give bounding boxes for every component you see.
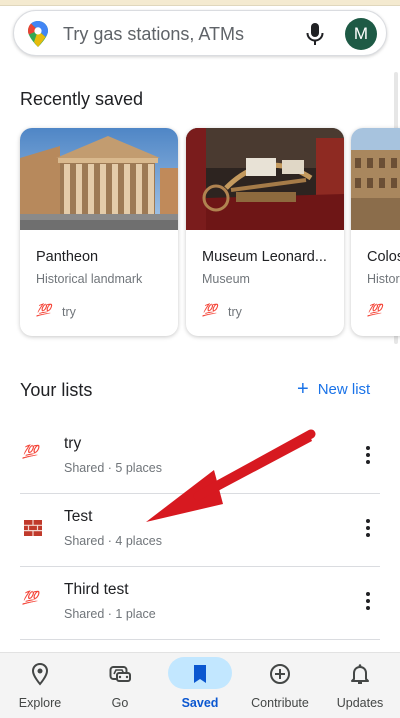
more-options-icon[interactable]	[358, 516, 378, 540]
list-meta: Shared · 1 place	[64, 607, 156, 621]
list-item[interactable]: 💯 Third test Shared · 1 place	[0, 567, 400, 639]
nav-explore[interactable]: Explore	[0, 653, 80, 718]
more-options-icon[interactable]	[358, 443, 378, 467]
add-circle-icon	[270, 664, 290, 684]
card-list-name: try	[62, 305, 76, 319]
card-title: Museum Leonard...	[202, 249, 327, 265]
hundred-points-icon: 💯	[367, 303, 382, 317]
list-item[interactable]: 💯 try Shared · 5 places	[0, 421, 400, 493]
hundred-points-icon: 💯	[22, 590, 38, 605]
nav-label: Updates	[336, 696, 384, 710]
card-title: Colos	[367, 249, 400, 265]
list-meta: Shared · 5 places	[64, 461, 162, 475]
recently-saved-heading: Recently saved	[20, 89, 144, 109]
saved-place-card[interactable]: Colos Histor 💯	[351, 128, 400, 336]
list-title: Test	[64, 508, 93, 525]
new-list-button[interactable]: + New list	[297, 378, 371, 400]
card-subtitle: Histor	[367, 272, 400, 286]
nav-contribute[interactable]: Contribute	[240, 653, 320, 718]
brick-icon	[24, 520, 42, 536]
hundred-points-icon: 💯	[36, 303, 51, 317]
saved-place-card[interactable]: Pantheon Historical landmark 💯 try	[20, 128, 178, 336]
museum-photo	[186, 128, 344, 230]
nav-label: Explore	[18, 696, 62, 710]
top-strip	[0, 0, 400, 6]
nav-updates[interactable]: Updates	[320, 653, 400, 718]
account-avatar[interactable]: M	[345, 18, 377, 50]
hundred-points-icon: 💯	[202, 303, 217, 317]
list-title: Third test	[64, 581, 129, 598]
list-title: try	[64, 435, 82, 452]
hundred-points-icon: 💯	[22, 444, 38, 459]
pantheon-photo	[20, 128, 178, 230]
list-meta: Shared · 4 places	[64, 534, 162, 548]
car-icon	[109, 666, 131, 682]
card-list-name: try	[228, 305, 242, 319]
your-lists-heading: Your lists	[20, 380, 93, 400]
new-list-label: New list	[317, 380, 371, 398]
search-bar[interactable]: Try gas stations, ATMs M	[13, 10, 387, 56]
card-subtitle: Museum	[202, 272, 250, 286]
microphone-icon[interactable]	[304, 22, 326, 46]
list-item[interactable]: Test Shared · 4 places	[0, 494, 400, 566]
nav-label: Contribute	[251, 696, 309, 710]
nav-saved[interactable]: Saved	[160, 653, 240, 718]
nav-label: Saved	[181, 696, 219, 710]
bookmark-icon	[194, 665, 206, 683]
location-pin-icon	[31, 662, 49, 686]
colosseum-photo	[351, 128, 400, 230]
saved-place-card[interactable]: Museum Leonard... Museum 💯 try	[186, 128, 344, 336]
bell-icon	[351, 664, 369, 684]
search-placeholder[interactable]: Try gas stations, ATMs	[63, 24, 244, 45]
card-subtitle: Historical landmark	[36, 272, 143, 286]
nav-go[interactable]: Go	[80, 653, 160, 718]
google-maps-logo-icon	[28, 21, 48, 47]
more-options-icon[interactable]	[358, 589, 378, 613]
plus-icon: +	[297, 378, 309, 400]
nav-label: Go	[111, 696, 129, 710]
bottom-navigation: Explore Go Saved Contribute Updates	[0, 652, 400, 718]
card-title: Pantheon	[36, 249, 99, 265]
list-divider	[20, 639, 380, 640]
